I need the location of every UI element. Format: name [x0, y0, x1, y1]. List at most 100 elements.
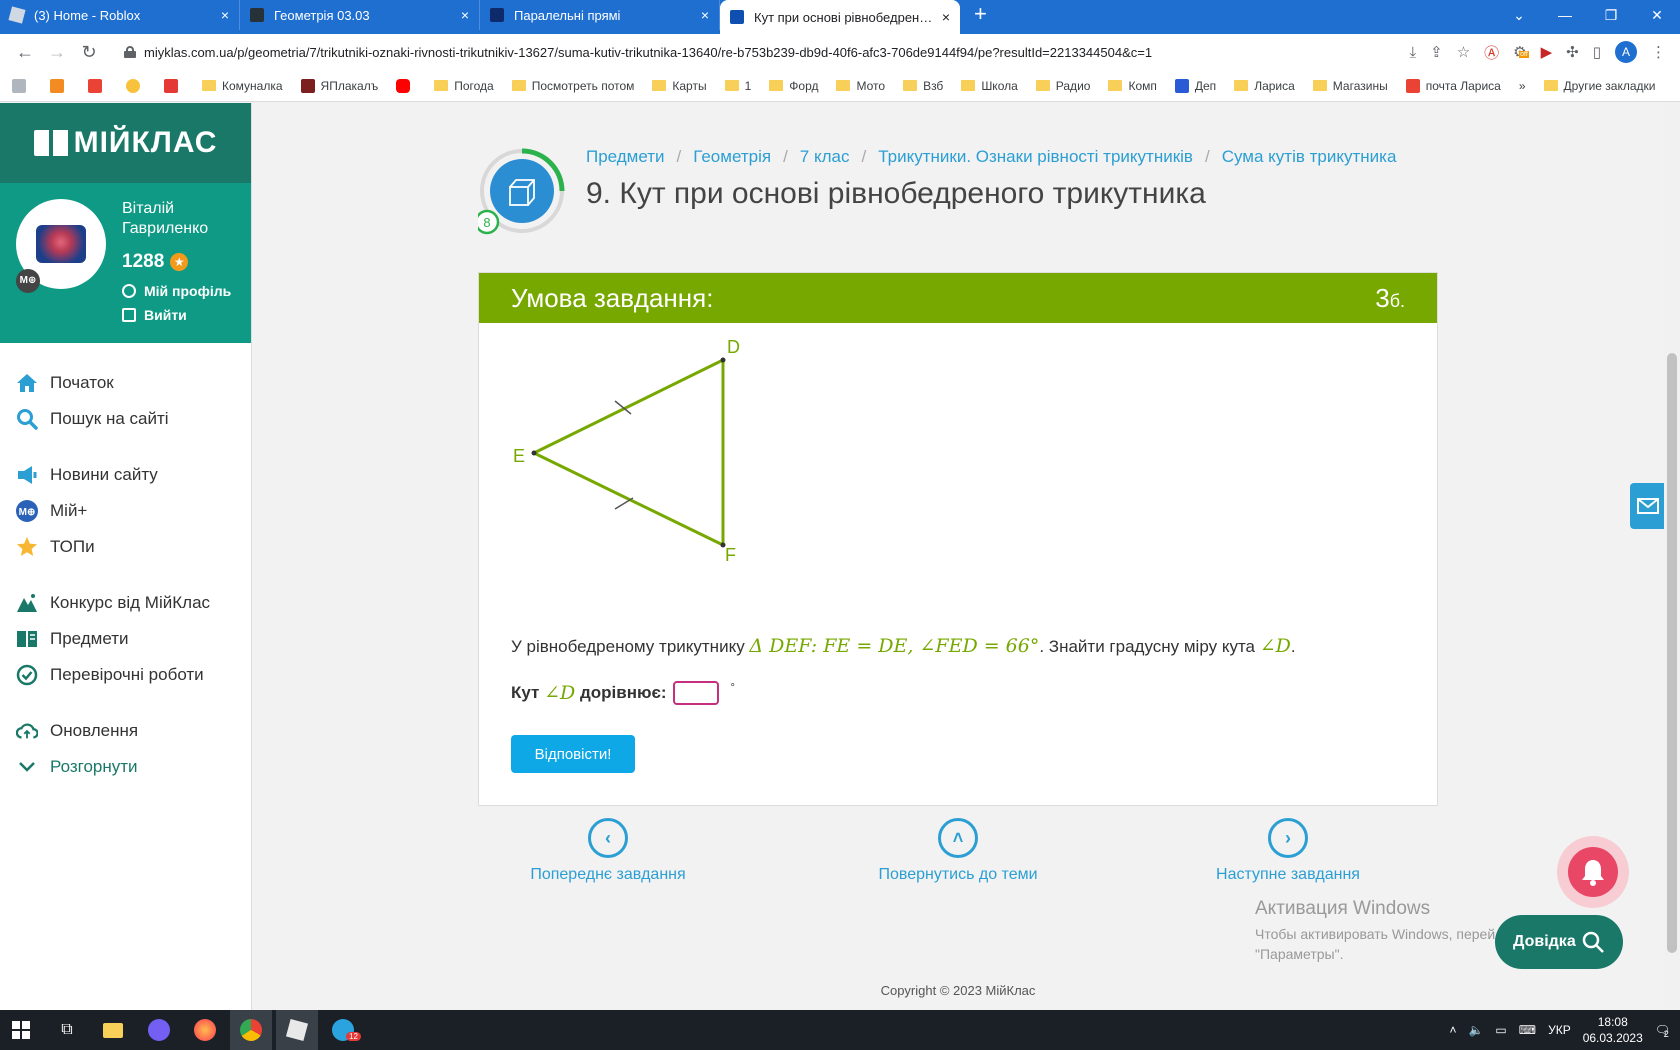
- bookmark-item[interactable]: Посмотреть потом: [511, 79, 634, 93]
- bookmark-item[interactable]: Радио: [1035, 79, 1090, 93]
- bookmark-item[interactable]: 1: [724, 78, 752, 93]
- bookmark-label: 1: [744, 78, 752, 93]
- keyboard-icon[interactable]: ⌨: [1519, 1023, 1536, 1037]
- bookmark-gmail[interactable]: [88, 78, 108, 93]
- scrollbar-thumb[interactable]: [1667, 353, 1677, 953]
- bookmark-item[interactable]: ЯПлакалъ: [300, 78, 378, 93]
- close-icon[interactable]: ×: [701, 7, 709, 23]
- close-icon[interactable]: ×: [221, 7, 229, 23]
- clock[interactable]: 18:08 06.03.2023: [1583, 1014, 1643, 1046]
- sidebar-item-updates[interactable]: Оновлення: [0, 713, 251, 749]
- notifications-icon[interactable]: 🗨 2: [1655, 1023, 1670, 1039]
- sidebar-item-search[interactable]: Пошук на сайті: [0, 401, 251, 437]
- sidebar-item-tops[interactable]: ТОПи: [0, 529, 251, 565]
- url-field[interactable]: miyklas.com.ua/p/geometria/7/trikutniki-…: [114, 38, 1409, 66]
- telegram-button[interactable]: 12: [322, 1010, 364, 1050]
- bookmarks-more[interactable]: »: [1519, 79, 1526, 93]
- language-indicator[interactable]: УКР: [1548, 1023, 1571, 1037]
- sidebar-item-tests[interactable]: Перевірочні роботи: [0, 657, 251, 693]
- tab-parallel[interactable]: Паралельні прямі ×: [480, 0, 720, 30]
- bookmark-item[interactable]: почта Лариса: [1405, 78, 1501, 93]
- breadcrumb-link[interactable]: Сума кутів трикутника: [1222, 147, 1397, 166]
- bookmark-app-3[interactable]: [126, 78, 146, 93]
- prev-task-link[interactable]: ‹ Попереднє завдання: [478, 818, 738, 884]
- bookmark-car[interactable]: [164, 78, 184, 93]
- task-view-button[interactable]: ⧉: [46, 1010, 88, 1050]
- bookmark-item[interactable]: Карты: [652, 79, 707, 93]
- cloud-icon: [16, 720, 38, 742]
- adblock-icon[interactable]: Ⓐ: [1484, 42, 1499, 63]
- bookmark-item[interactable]: Школа: [961, 79, 1018, 93]
- site-logo[interactable]: МІЙКЛАС: [0, 103, 251, 183]
- breadcrumb-link[interactable]: 7 клас: [800, 147, 850, 166]
- close-window-icon[interactable]: ✕: [1634, 0, 1680, 30]
- next-task-link[interactable]: › Наступне завдання: [1158, 818, 1418, 884]
- bookmark-app-2[interactable]: [50, 78, 70, 93]
- bookmark-star-icon[interactable]: ☆: [1457, 43, 1470, 61]
- logout-link[interactable]: Вийти: [122, 307, 187, 323]
- points-value: 1288: [122, 251, 165, 272]
- breadcrumb-link[interactable]: Геометрія: [693, 147, 771, 166]
- menu-icon[interactable]: ⋮: [1651, 43, 1666, 61]
- tab-geometry[interactable]: Геометрія 03.03 ×: [240, 0, 480, 30]
- file-explorer-button[interactable]: [92, 1010, 134, 1050]
- sidebar-item-contest[interactable]: Конкурс від МійКлас: [0, 585, 251, 621]
- minimize-icon[interactable]: —: [1542, 0, 1588, 30]
- puzzle-icon[interactable]: ✣: [1566, 43, 1579, 61]
- sidebar-item-home[interactable]: Початок: [0, 365, 251, 401]
- bookmark-item[interactable]: Взб: [903, 79, 943, 93]
- sidebar-item-myplus[interactable]: M⊕ Мій+: [0, 493, 251, 529]
- close-icon[interactable]: ×: [942, 9, 950, 25]
- bookmark-item[interactable]: Комуналка: [202, 79, 283, 93]
- help-button[interactable]: Довідка: [1495, 915, 1623, 969]
- share-icon[interactable]: ⇪: [1430, 43, 1443, 61]
- scrollbar[interactable]: [1664, 103, 1680, 1010]
- viber-button[interactable]: [138, 1010, 180, 1050]
- back-icon[interactable]: ←: [12, 42, 38, 63]
- bookmark-youtube[interactable]: [396, 78, 416, 93]
- bookmark-item[interactable]: Магазины: [1312, 79, 1388, 93]
- help-label: Довідка: [1513, 933, 1576, 950]
- network-icon[interactable]: ▭: [1495, 1023, 1506, 1037]
- sidebar-expand[interactable]: Розгорнути: [0, 749, 251, 785]
- my-profile-link[interactable]: Мій профіль: [122, 283, 231, 299]
- back-to-topic-link[interactable]: ˄ Повернутись до теми: [828, 818, 1088, 884]
- progress-badge: 8: [483, 215, 490, 230]
- bookmark-item[interactable]: Деп: [1174, 78, 1216, 93]
- sidebar-item-news[interactable]: Новини сайту: [0, 457, 251, 493]
- close-icon[interactable]: ×: [461, 7, 469, 23]
- feedback-tab[interactable]: [1630, 483, 1666, 529]
- reload-icon[interactable]: ↻: [76, 42, 102, 63]
- firefox-button[interactable]: [184, 1010, 226, 1050]
- breadcrumb-link[interactable]: Предмети: [586, 147, 665, 166]
- video-extension-icon[interactable]: ▶: [1541, 43, 1553, 61]
- bookmark-item[interactable]: Погода: [434, 79, 494, 93]
- tab-roblox[interactable]: (3) Home - Roblox ×: [0, 0, 240, 30]
- bookmark-app-1[interactable]: [12, 78, 32, 93]
- lock-icon[interactable]: [124, 46, 136, 58]
- answer-input[interactable]: [672, 681, 719, 705]
- bookmark-item[interactable]: Комп: [1108, 79, 1157, 93]
- bookmark-item[interactable]: Лариса: [1234, 79, 1295, 93]
- other-bookmarks[interactable]: Другие закладки: [1543, 79, 1656, 93]
- gmail-icon: [88, 78, 102, 93]
- volume-icon[interactable]: 🔈: [1468, 1023, 1483, 1037]
- bookmark-item[interactable]: Форд: [769, 79, 818, 93]
- install-icon[interactable]: ⤓: [1409, 44, 1416, 61]
- restore-icon[interactable]: ❐: [1588, 0, 1634, 30]
- sidepanel-icon[interactable]: ▯: [1593, 43, 1601, 61]
- breadcrumb-link[interactable]: Трикутники. Ознаки рівності трикутників: [878, 147, 1193, 166]
- start-button[interactable]: [0, 1010, 42, 1050]
- chrome-button[interactable]: [230, 1010, 272, 1050]
- tab-current[interactable]: Кут при основі рівнобедреного ×: [720, 0, 960, 34]
- extension-off-icon[interactable]: ⚙off: [1513, 43, 1529, 61]
- forward-icon[interactable]: →: [44, 42, 70, 63]
- submit-answer-button[interactable]: Відповісти!: [511, 735, 635, 773]
- chevron-down-icon[interactable]: ⌄: [1496, 0, 1542, 30]
- profile-avatar[interactable]: A: [1615, 41, 1637, 63]
- tray-expand-icon[interactable]: ˄: [1449, 1023, 1456, 1037]
- bookmark-item[interactable]: Мото: [836, 79, 885, 93]
- new-tab-button[interactable]: +: [974, 1, 987, 27]
- roblox-button[interactable]: [276, 1010, 318, 1050]
- sidebar-item-subjects[interactable]: Предмети: [0, 621, 251, 657]
